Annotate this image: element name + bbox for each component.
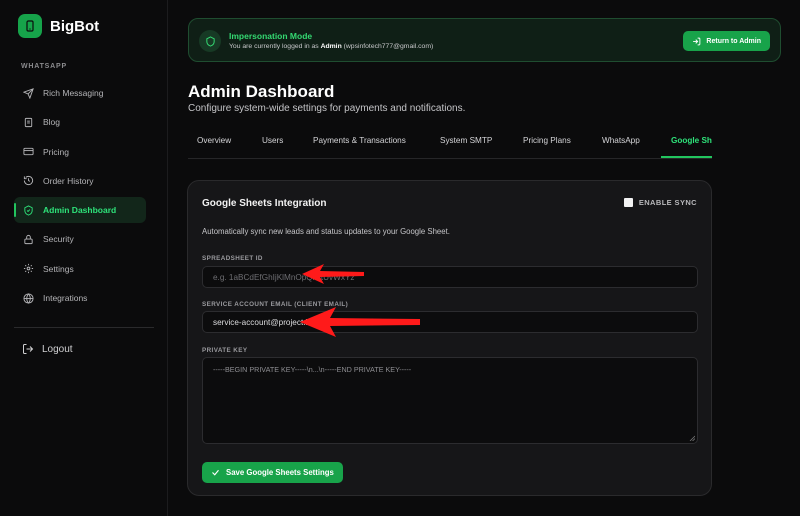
sidebar-nav: Rich Messaging Blog Pricing Order Histor… bbox=[14, 80, 146, 314]
resize-handle-icon[interactable] bbox=[689, 435, 695, 441]
brand[interactable]: BigBot bbox=[18, 14, 99, 38]
logout-label: Logout bbox=[42, 343, 73, 355]
card-title: Google Sheets Integration bbox=[202, 198, 327, 209]
sidebar-item-label: Integrations bbox=[43, 293, 88, 304]
spreadsheet-id-label: SPREADSHEET ID bbox=[202, 255, 263, 262]
logout-button[interactable]: Logout bbox=[22, 343, 73, 355]
page-title: Admin Dashboard bbox=[188, 82, 335, 101]
sidebar-item-label: Admin Dashboard bbox=[43, 205, 117, 216]
card-description: Automatically sync new leads and status … bbox=[202, 227, 450, 236]
save-google-sheets-settings-button[interactable]: Save Google Sheets Settings bbox=[202, 462, 343, 483]
private-key-label: PRIVATE KEY bbox=[202, 347, 248, 354]
sidebar-item-pricing[interactable]: Pricing bbox=[14, 139, 146, 165]
banner-title: Impersonation Mode bbox=[229, 31, 313, 41]
sidebar-item-label: Rich Messaging bbox=[43, 88, 104, 98]
sidebar-item-label: Blog bbox=[43, 117, 61, 128]
annotation-arrow-service-email bbox=[300, 307, 420, 337]
sidebar-item-order-history[interactable]: Order History bbox=[14, 168, 146, 194]
tab-bar: Overview Users Payments & Transactions S… bbox=[188, 125, 712, 159]
shield-icon bbox=[199, 30, 221, 52]
sidebar-item-blog[interactable]: Blog bbox=[14, 109, 146, 135]
gear-icon bbox=[23, 264, 34, 274]
logout-icon bbox=[23, 344, 34, 354]
sidebar-item-settings[interactable]: Settings bbox=[14, 256, 146, 282]
sidebar-item-label: Settings bbox=[43, 263, 74, 274]
sidebar-item-label: Order History bbox=[43, 175, 94, 186]
sidebar-item-integrations[interactable]: Integrations bbox=[14, 285, 146, 311]
service-account-email-input[interactable]: service-account@project.iam.gserviceacco… bbox=[202, 311, 698, 333]
sidebar-item-rich-messaging[interactable]: Rich Messaging bbox=[14, 80, 146, 106]
impersonation-banner: Impersonation Mode You are currently log… bbox=[188, 18, 781, 62]
credit-card-icon bbox=[23, 147, 34, 156]
send-icon bbox=[23, 87, 34, 99]
banner-user-name: Admin bbox=[320, 43, 342, 50]
document-icon bbox=[24, 117, 33, 127]
return-to-admin-button[interactable]: Return to Admin bbox=[683, 31, 770, 51]
shield-icon bbox=[24, 205, 33, 216]
sidebar-divider bbox=[14, 327, 154, 328]
return-to-admin-label: Return to Admin bbox=[706, 37, 761, 45]
save-button-label: Save Google Sheets Settings bbox=[226, 468, 334, 477]
enable-sync-label: ENABLE SYNC bbox=[638, 198, 697, 207]
lock-icon bbox=[24, 234, 33, 245]
google-sheets-card: Google Sheets Integration ENABLE SYNC Au… bbox=[187, 180, 712, 496]
private-key-placeholder: -----BEGIN PRIVATE KEY-----\n...\n-----E… bbox=[213, 365, 412, 374]
banner-user-email: (wpsinfotech777@gmail.com) bbox=[343, 43, 434, 50]
private-key-textarea[interactable]: -----BEGIN PRIVATE KEY-----\n...\n-----E… bbox=[202, 357, 698, 444]
sidebar-item-label: Pricing bbox=[43, 146, 69, 157]
sidebar-item-admin-dashboard[interactable]: Admin Dashboard bbox=[14, 197, 146, 224]
globe-icon bbox=[23, 292, 34, 304]
tab-overview[interactable]: Overview bbox=[197, 125, 231, 158]
phone-icon bbox=[18, 14, 42, 38]
tab-google-sheets[interactable]: Google Sheets bbox=[661, 125, 712, 158]
history-icon bbox=[23, 176, 34, 186]
page-subtitle: Configure system-wide settings for payme… bbox=[188, 103, 466, 114]
banner-text: You are currently logged in as Admin (wp… bbox=[229, 43, 433, 50]
sidebar-section-label: WHATSAPP bbox=[21, 63, 67, 70]
tab-payments-transactions[interactable]: Payments & Transactions bbox=[313, 125, 406, 158]
enable-sync-checkbox[interactable] bbox=[623, 198, 633, 207]
enable-sync-toggle[interactable]: ENABLE SYNC bbox=[623, 198, 697, 207]
annotation-arrow-spreadsheet bbox=[302, 264, 364, 284]
sidebar-item-label: Security bbox=[43, 234, 74, 245]
tab-system-smtp[interactable]: System SMTP bbox=[440, 125, 492, 158]
spreadsheet-id-input[interactable]: e.g. 1aBCdEfGhIjKlMnOpQrStUvWxYz bbox=[202, 266, 698, 288]
banner-text-prefix: You are currently logged in as bbox=[229, 43, 319, 50]
tab-pricing-plans[interactable]: Pricing Plans bbox=[523, 125, 571, 158]
exit-icon bbox=[693, 37, 701, 45]
check-icon bbox=[212, 469, 219, 476]
brand-name: BigBot bbox=[50, 17, 100, 35]
sidebar-item-security[interactable]: Security bbox=[14, 226, 146, 252]
tab-users[interactable]: Users bbox=[262, 125, 283, 158]
sidebar: BigBot WHATSAPP Rich Messaging Blog Pric… bbox=[0, 0, 168, 516]
tab-whatsapp[interactable]: WhatsApp bbox=[602, 125, 640, 158]
